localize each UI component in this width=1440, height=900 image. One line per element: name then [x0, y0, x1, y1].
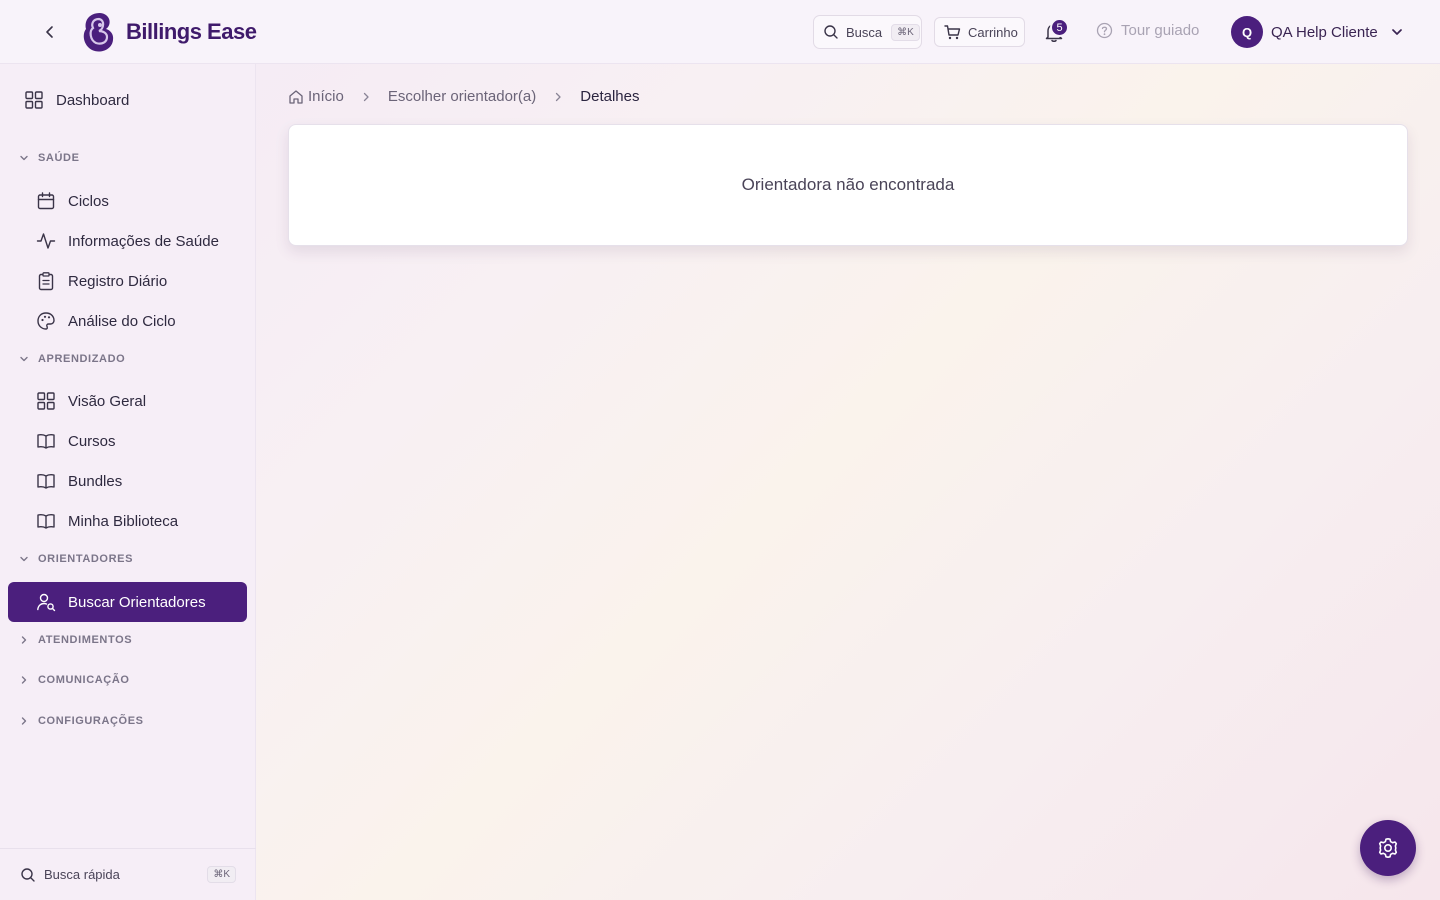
- user-search-icon: [36, 592, 56, 612]
- not-found-card: Orientadora não encontrada: [288, 124, 1408, 246]
- breadcrumb-label: Início: [308, 88, 344, 105]
- sidebar-item-label: Ciclos: [68, 192, 109, 210]
- breadcrumb-home[interactable]: Início: [288, 88, 344, 105]
- section-title: APRENDIZADO: [38, 353, 126, 365]
- search-icon: [21, 867, 35, 882]
- section-title: SAÚDE: [38, 152, 80, 164]
- section-toggle-atendimentos[interactable]: ATENDIMENTOS: [18, 634, 132, 646]
- notifications-badge: 5: [1050, 18, 1069, 37]
- back-button[interactable]: [38, 20, 62, 44]
- search-icon: [824, 25, 838, 39]
- user-name: QA Help Cliente: [1271, 23, 1378, 41]
- chevron-down-icon: [20, 155, 28, 161]
- sidebar-item-registro-diario[interactable]: Registro Diário: [36, 271, 167, 291]
- section-toggle-configuracoes[interactable]: CONFIGURAÇÕES: [18, 715, 144, 727]
- sidebar-item-dashboard[interactable]: Dashboard: [24, 90, 129, 110]
- chevron-right-icon: [358, 89, 374, 105]
- grid-icon: [36, 391, 56, 411]
- sidebar-item-buscar-orientadores[interactable]: Buscar Orientadores: [8, 582, 247, 622]
- brand-name: Billings Ease: [126, 19, 257, 44]
- clipboard-icon: [36, 271, 56, 291]
- sidebar-item-analise-ciclo[interactable]: Análise do Ciclo: [36, 311, 176, 331]
- section-toggle-saude[interactable]: SAÚDE: [18, 152, 80, 164]
- section-title: CONFIGURAÇÕES: [38, 715, 144, 727]
- sidebar-item-label: Informações de Saúde: [68, 232, 219, 250]
- grid-icon: [24, 90, 44, 110]
- sidebar-item-label: Registro Diário: [68, 272, 168, 290]
- sidebar-item-label: Visão Geral: [68, 392, 147, 410]
- book-open-icon: [36, 511, 56, 531]
- chevron-right-icon: [21, 676, 27, 684]
- sidebar-item-bundles[interactable]: Bundles: [36, 471, 122, 491]
- book-open-icon: [36, 471, 56, 491]
- palette-icon: [36, 311, 56, 331]
- logo-icon: [83, 13, 114, 52]
- section-title: COMUNICAÇÃO: [38, 674, 130, 686]
- sidebar-item-label: Bundles: [68, 472, 123, 490]
- cart-icon: [944, 25, 961, 40]
- sidebar-item-label: Buscar Orientadores: [68, 593, 206, 611]
- search-button[interactable]: Busca ⌘K: [813, 15, 922, 49]
- sidebar-item-label: Análise do Ciclo: [68, 312, 176, 330]
- chevron-down-icon: [20, 556, 28, 562]
- breadcrumb-escolher-orientador[interactable]: Escolher orientador(a): [388, 88, 536, 105]
- guided-tour-label: Tour guiado: [1121, 22, 1200, 39]
- book-open-icon: [36, 431, 56, 451]
- sidebar-item-label: Dashboard: [56, 91, 130, 109]
- search-label: Busca: [846, 24, 883, 40]
- sidebar-item-informacoes-saude[interactable]: Informações de Saúde: [36, 231, 219, 251]
- section-title: ATENDIMENTOS: [38, 634, 133, 646]
- section-toggle-comunicacao[interactable]: COMUNICAÇÃO: [18, 674, 130, 686]
- section-toggle-orientadores[interactable]: ORIENTADORES: [18, 553, 133, 565]
- chevron-right-icon: [550, 89, 566, 105]
- sidebar-item-label: Cursos: [68, 432, 116, 450]
- section-title: ORIENTADORES: [38, 553, 134, 565]
- home-icon: [289, 89, 303, 104]
- chevron-right-icon: [21, 717, 27, 725]
- help-circle-icon: [1096, 22, 1113, 39]
- top-header: Billings Ease Busca ⌘K Carrinho 5 Tour g…: [0, 0, 1440, 64]
- section-toggle-aprendizado[interactable]: APRENDIZADO: [18, 353, 125, 365]
- avatar: Q: [1231, 16, 1263, 48]
- sidebar-item-cursos[interactable]: Cursos: [36, 431, 116, 451]
- chevron-down-icon: [1391, 29, 1402, 35]
- user-menu[interactable]: Q QA Help Cliente: [1231, 16, 1408, 48]
- chevron-left-icon: [46, 26, 53, 38]
- sidebar-item-visao-geral[interactable]: Visão Geral: [36, 391, 146, 411]
- calendar-icon: [36, 191, 56, 211]
- brand[interactable]: Billings Ease: [80, 10, 257, 54]
- gear-icon: [1378, 838, 1398, 858]
- quick-search-shortcut: ⌘K: [207, 866, 236, 883]
- breadcrumb: Início Escolher orientador(a) Detalhes: [288, 88, 639, 105]
- guided-tour-button[interactable]: Tour guiado: [1096, 22, 1199, 39]
- sidebar-item-ciclos[interactable]: Ciclos: [36, 191, 109, 211]
- chevron-down-icon: [20, 356, 28, 362]
- sidebar-item-minha-biblioteca[interactable]: Minha Biblioteca: [36, 511, 178, 531]
- breadcrumb-current: Detalhes: [580, 88, 640, 105]
- cart-label: Carrinho: [968, 24, 1018, 40]
- quick-search-label: Busca rápida: [44, 867, 120, 882]
- settings-fab[interactable]: [1360, 820, 1416, 876]
- sidebar: Dashboard SAÚDE Ciclos Informações de Sa…: [0, 64, 256, 900]
- quick-search-button[interactable]: Busca rápida ⌘K: [0, 848, 256, 900]
- not-found-message: Orientadora não encontrada: [741, 175, 955, 194]
- activity-icon: [36, 231, 56, 251]
- cart-button[interactable]: Carrinho: [934, 17, 1025, 47]
- search-shortcut: ⌘K: [891, 23, 920, 41]
- sidebar-item-label: Minha Biblioteca: [68, 512, 179, 530]
- chevron-right-icon: [21, 636, 27, 644]
